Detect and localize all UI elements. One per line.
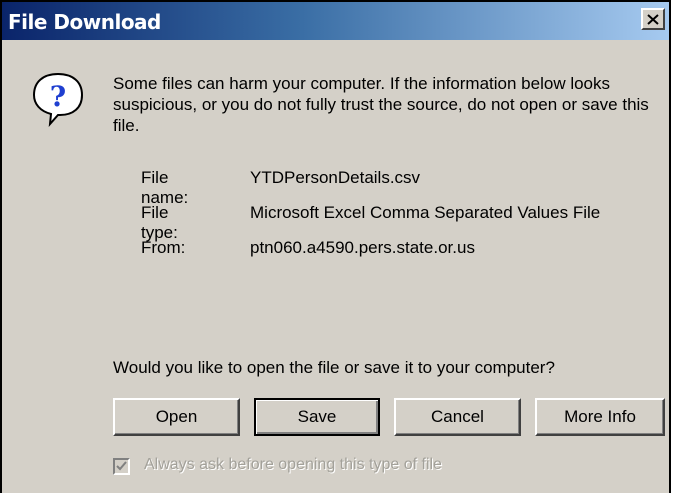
window-title: File Download: [8, 10, 161, 34]
more-info-button[interactable]: More Info: [535, 398, 665, 436]
question-icon: ?: [28, 68, 88, 128]
file-type-value: Microsoft Excel Comma Separated Values F…: [250, 203, 601, 222]
warning-message: Some files can harm your computer. If th…: [113, 74, 649, 135]
file-name-value: YTDPersonDetails.csv: [250, 168, 421, 187]
close-icon: [647, 13, 659, 25]
checkmark-icon: [116, 461, 127, 471]
file-name-label: File name:: [141, 168, 189, 207]
save-button[interactable]: Save: [254, 398, 380, 436]
open-button[interactable]: Open: [113, 398, 240, 436]
file-download-dialog: File Download ? Some files can harm your…: [0, 0, 671, 493]
download-question: Would you like to open the file or save …: [113, 358, 555, 377]
file-source-label: From:: [141, 238, 186, 257]
svg-text:?: ?: [50, 80, 66, 113]
close-button[interactable]: [641, 8, 665, 30]
file-type-label: File type:: [141, 203, 178, 242]
file-source-value: ptn060.a4590.pers.state.or.us: [250, 238, 475, 257]
always-ask-label: Always ask before opening this type of f…: [144, 456, 442, 473]
cancel-button[interactable]: Cancel: [394, 398, 521, 436]
always-ask-checkbox[interactable]: [113, 458, 130, 475]
title-bar[interactable]: File Download: [2, 2, 669, 40]
